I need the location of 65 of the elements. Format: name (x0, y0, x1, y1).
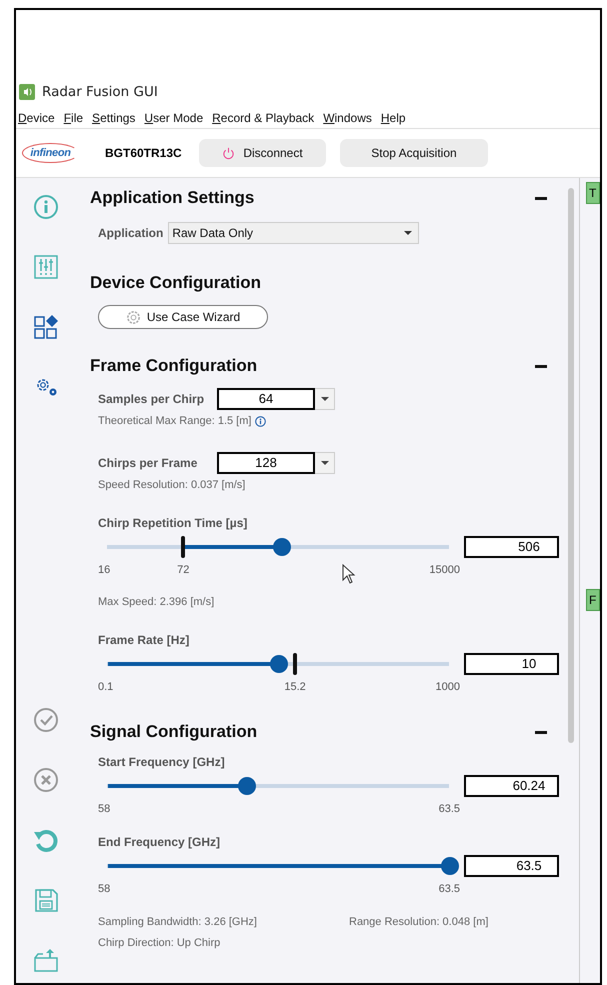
tick-label: 63.5 (438, 883, 460, 895)
value-field[interactable]: 10 (464, 653, 559, 675)
slider-label: Chirp Repetition Time [µs] (98, 516, 248, 530)
tick-label: 72 (177, 564, 190, 576)
info-text: Chirp Direction: Up Chirp (98, 937, 220, 949)
collapse-icon[interactable] (535, 730, 547, 734)
section-title: Application Settings (90, 188, 254, 208)
collapse-icon[interactable] (535, 364, 547, 368)
slider-thumb[interactable] (270, 655, 288, 673)
info-text: Theoretical Max Range: 1.5 [m] (98, 415, 252, 427)
value-field[interactable]: 60.24 (464, 775, 559, 797)
field-label: Chirps per Frame (98, 456, 198, 470)
info-text: Range Resolution: 0.048 [m] (349, 916, 488, 928)
tick-label: 58 (98, 803, 110, 815)
slider-label: End Frequency [GHz] (98, 835, 220, 849)
section-title: Device Configuration (90, 273, 261, 293)
menu-item[interactable]: Windows (323, 111, 372, 125)
collapse-icon[interactable] (535, 196, 547, 200)
grid-icon[interactable] (33, 314, 59, 340)
menu-item[interactable]: Record & Playback (212, 111, 314, 125)
menu-item[interactable]: File (64, 111, 84, 125)
disconnect-button[interactable]: Disconnect (199, 139, 326, 167)
menu-item[interactable]: User Mode (144, 111, 204, 125)
section-title: Frame Configuration (90, 356, 258, 376)
slider-thumb[interactable] (441, 857, 459, 875)
app-icon (19, 84, 35, 100)
device-name: BGT60TR13C (105, 146, 183, 160)
value-field[interactable]: 63.5 (464, 855, 559, 877)
dropdown[interactable]: Raw Data Only (168, 222, 420, 244)
sliders-icon[interactable] (33, 254, 59, 280)
scrollbar-thumb[interactable] (568, 188, 574, 743)
tick-label: 63.5 (438, 803, 460, 815)
tick-label: 1000 (436, 681, 460, 693)
tick-label: 58 (98, 883, 110, 895)
field-label: Samples per Chirp (98, 392, 206, 406)
info-text: Speed Resolution: 0.037 [m/s] (98, 479, 246, 491)
value-field[interactable]: 128 (217, 452, 315, 474)
value-field[interactable]: 506 (464, 536, 559, 558)
value-field[interactable]: 64 (217, 388, 315, 410)
wizard-button[interactable]: Use Case Wizard (98, 305, 268, 329)
info-text: Max Speed: 2.396 [m/s] (98, 596, 214, 608)
menu-item[interactable]: Device (18, 111, 55, 125)
cursor-icon (342, 564, 356, 584)
info-text: Sampling Bandwidth: 3.26 [GHz] (98, 916, 258, 928)
section-title: Signal Configuration (90, 722, 258, 742)
tick-label: 0.1 (98, 681, 114, 693)
dropdown-button[interactable] (315, 388, 335, 410)
gear-icon (126, 310, 141, 324)
menu-item[interactable]: Settings (92, 111, 136, 125)
slider-thumb[interactable] (238, 777, 256, 795)
power-icon (222, 146, 236, 160)
slider-label: Frame Rate [Hz] (98, 633, 190, 647)
info-icon[interactable] (255, 416, 266, 426)
slider-label: Start Frequency [GHz] (98, 755, 225, 769)
window-title: Radar Fusion GUI (42, 84, 158, 100)
menu-item[interactable]: Help (380, 111, 406, 125)
dropdown-button[interactable] (315, 452, 335, 474)
side-tab[interactable]: F (586, 589, 600, 611)
slider-thumb[interactable] (273, 538, 292, 556)
tick-label: 16 (98, 564, 110, 576)
tick-label: 15000 (429, 564, 460, 576)
stop-button[interactable]: Stop Acquisition (340, 139, 488, 167)
tick-label: 15.2 (284, 681, 306, 693)
side-tab[interactable]: T (586, 182, 600, 204)
field-label: Application (98, 226, 164, 240)
